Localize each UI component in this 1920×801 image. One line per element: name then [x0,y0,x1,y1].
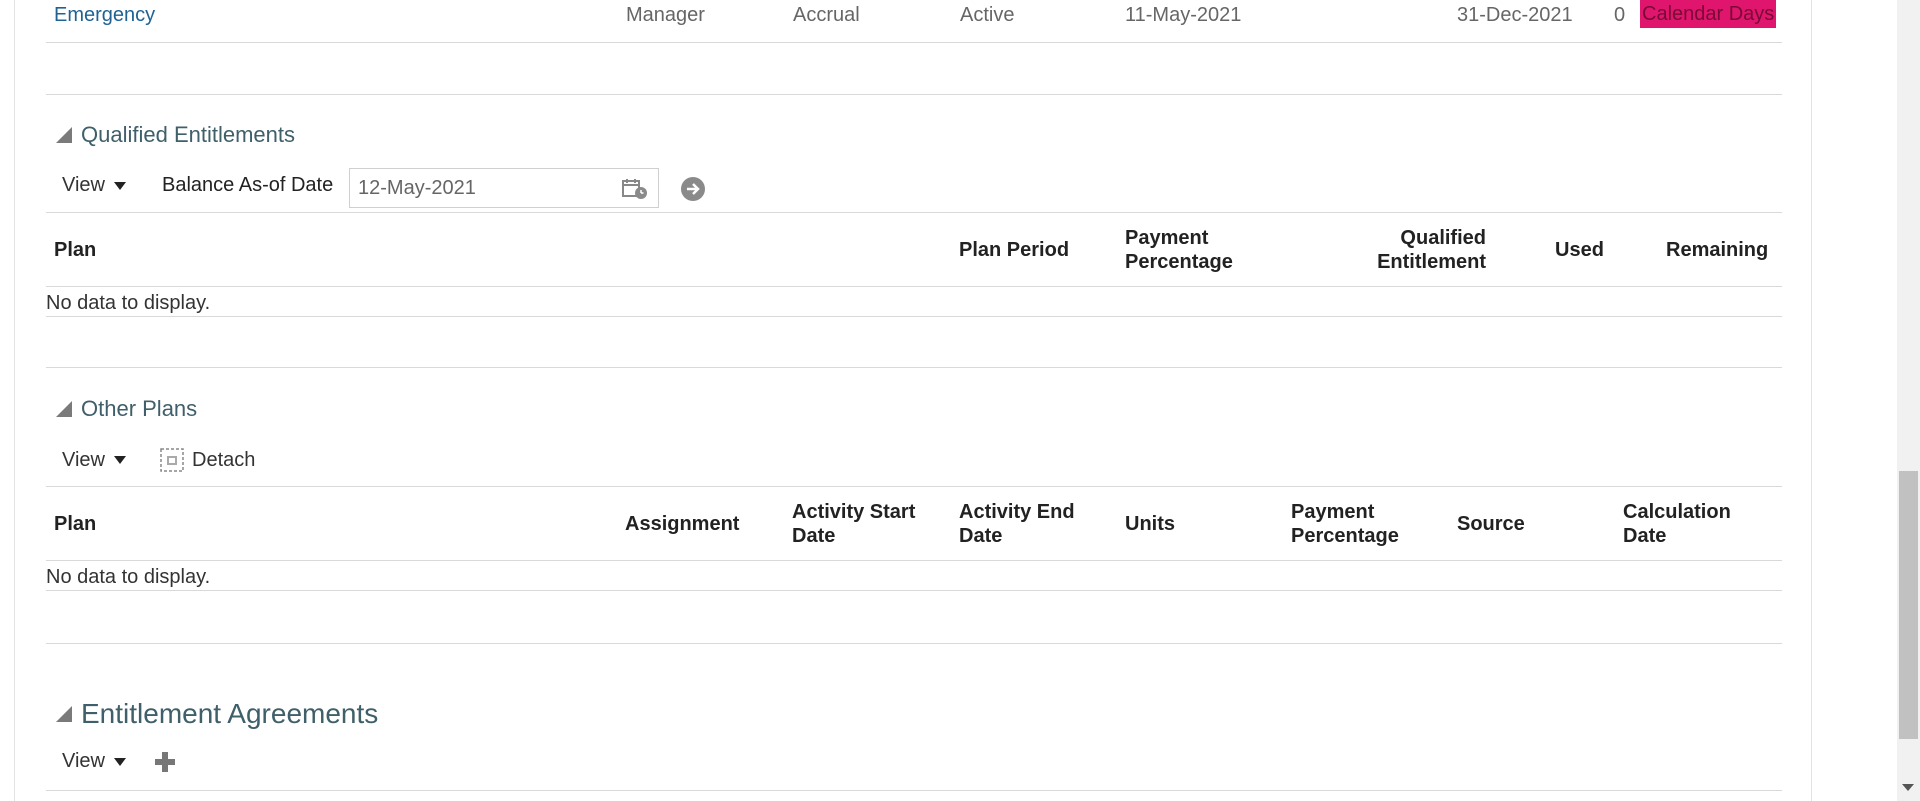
view-menu[interactable]: View [62,750,126,773]
entitlement-toolbar: View [62,750,176,773]
page-right-border [1811,0,1812,801]
col-plan-period[interactable]: Plan Period [959,238,1069,262]
header-divider [46,560,1782,561]
chevron-down-icon [114,456,126,464]
header-line: Activity Start [792,501,916,523]
detach-label: Detach [192,448,256,471]
col-activity-end-date[interactable]: Activity End Date [959,500,1075,548]
row-divider [46,590,1782,591]
header-line: Date [959,525,1003,547]
view-label: View [62,750,105,772]
balance-date-input[interactable] [358,176,598,200]
balance-cell: 0 [1614,4,1626,26]
col-payment-percentage[interactable]: Payment Percentage [1125,226,1233,274]
col-activity-start-date[interactable]: Activity Start Date [792,500,915,548]
assignment-cell: Manager [626,4,705,26]
collapse-triangle-icon[interactable] [56,706,72,722]
header-line: Calculation [1623,501,1731,523]
section-divider [46,643,1782,644]
col-source[interactable]: Source [1457,512,1525,536]
row-divider [46,316,1782,317]
qualified-toolbar: View Balance As-of Date [62,174,333,197]
header-line: Qualified [1400,227,1486,249]
view-menu[interactable]: View [62,174,126,197]
col-qualified-entitlement[interactable]: Qualified Entitlement [1326,226,1486,274]
content-area: Emergency Manager Accrual Active 11-May-… [46,0,1782,801]
qualified-entitlements-header[interactable]: Qualified Entitlements [56,122,295,148]
end-date-cell: 31-Dec-2021 [1457,4,1573,26]
header-line: Percentage [1291,525,1399,547]
col-plan[interactable]: Plan [54,238,96,262]
col-calculation-date[interactable]: Calculation Date [1623,500,1731,548]
scrollbar-thumb[interactable] [1899,471,1918,739]
plan-type-cell: Accrual [793,4,860,26]
section-title: Entitlement Agreements [81,698,379,729]
calendar-icon[interactable] [622,178,648,200]
header-line: Entitlement [1377,251,1486,273]
view-label: View [62,448,105,471]
detach-button[interactable]: Detach [160,448,255,472]
view-menu[interactable]: View [62,449,126,472]
status-cell: Active [960,4,1015,26]
no-data-message: No data to display. [46,566,211,588]
add-icon[interactable] [154,751,176,773]
section-title: Qualified Entitlements [81,122,295,147]
table-top-divider [46,790,1782,791]
table-top-divider [46,212,1782,213]
no-data-message: No data to display. [46,292,211,314]
header-divider [46,286,1782,287]
section-divider [46,94,1782,95]
other-toolbar: View Detach [62,448,255,472]
col-used[interactable]: Used [1555,238,1604,262]
header-line: Date [1623,525,1667,547]
go-arrow-icon[interactable] [681,177,705,201]
header-line: Date [792,525,836,547]
detach-icon [160,448,184,472]
header-line: Payment [1125,227,1209,249]
header-line: Activity End [959,501,1075,523]
plan-link-emergency[interactable]: Emergency [54,4,155,27]
chevron-down-icon [114,757,126,766]
balance-date-field[interactable] [349,168,659,208]
collapse-triangle-icon[interactable] [56,127,72,143]
unit-highlight: Calendar Days [1640,0,1777,28]
section-divider [46,367,1782,368]
table-top-divider [46,486,1782,487]
section-title: Other Plans [81,396,198,421]
view-label: View [62,174,105,196]
scroll-down-arrow-icon[interactable] [1902,784,1914,791]
col-units[interactable]: Units [1125,512,1175,536]
entitlement-agreements-header[interactable]: Entitlement Agreements [56,698,378,730]
collapse-triangle-icon[interactable] [56,401,72,417]
header-line: Payment [1291,501,1375,523]
start-date-cell: 11-May-2021 [1125,4,1242,26]
col-assignment[interactable]: Assignment [625,512,739,536]
other-plans-header[interactable]: Other Plans [56,396,197,422]
row-divider [46,42,1782,43]
balance-as-of-label: Balance As-of Date [162,174,334,196]
col-plan[interactable]: Plan [54,512,96,536]
page-left-border [14,0,15,801]
chevron-down-icon [114,181,126,190]
col-remaining[interactable]: Remaining [1666,238,1768,262]
col-payment-percentage[interactable]: Payment Percentage [1291,500,1399,548]
header-line: Percentage [1125,251,1233,273]
